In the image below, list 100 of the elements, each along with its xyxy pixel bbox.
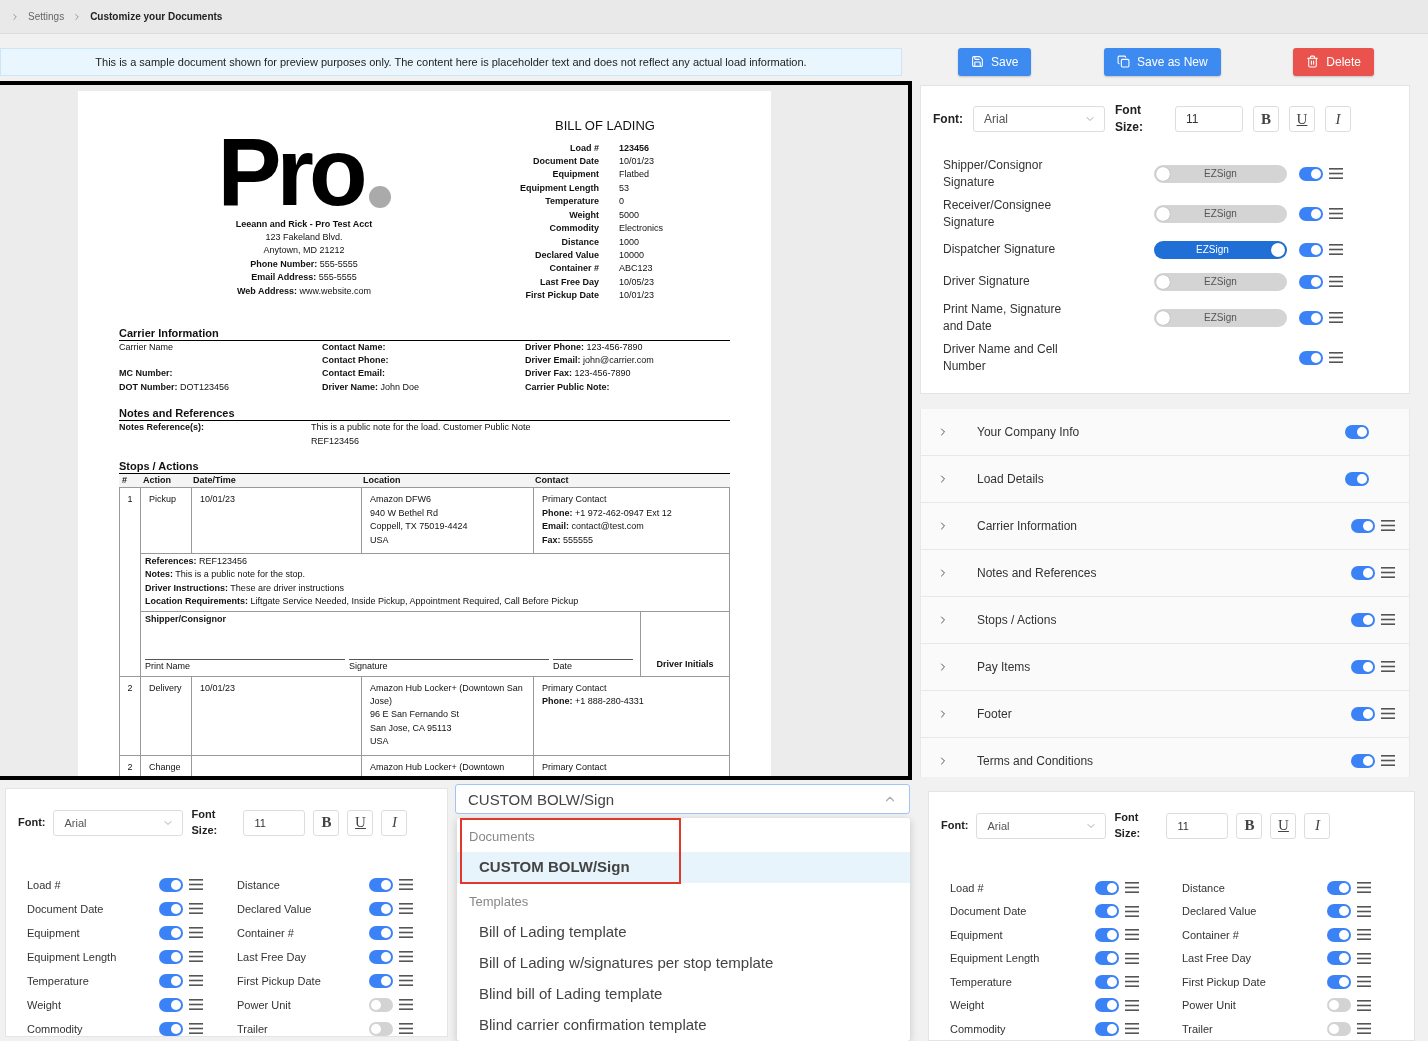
- drag-handle-icon[interactable]: [1329, 168, 1343, 180]
- drag-handle-icon[interactable]: [1381, 567, 1395, 579]
- toggle-switch[interactable]: [1299, 310, 1323, 325]
- dropdown-option[interactable]: Bill of Lading w/signatures per stop template: [457, 948, 910, 979]
- font-size-input[interactable]: 11: [1166, 812, 1229, 839]
- drag-handle-icon[interactable]: [189, 975, 203, 987]
- ezsign-switch[interactable]: EZSign: [1154, 164, 1287, 183]
- toggle-switch[interactable]: [159, 949, 183, 964]
- toggle-switch[interactable]: [1299, 206, 1323, 221]
- underline-button[interactable]: U: [347, 809, 374, 836]
- toggle-switch[interactable]: [1351, 565, 1375, 580]
- toggle-switch[interactable]: [1299, 166, 1323, 181]
- drag-handle-icon[interactable]: [1357, 999, 1371, 1011]
- accordion-item[interactable]: Load Details: [920, 454, 1410, 503]
- font-select[interactable]: Arial: [53, 809, 184, 836]
- toggle-switch[interactable]: [1327, 904, 1351, 919]
- accordion-item[interactable]: Your Company Info: [920, 408, 1410, 456]
- toggle-switch[interactable]: [159, 1021, 183, 1036]
- drag-handle-icon[interactable]: [1125, 929, 1139, 941]
- toggle-switch[interactable]: [369, 1021, 393, 1036]
- drag-handle-icon[interactable]: [1357, 882, 1371, 894]
- drag-handle-icon[interactable]: [1125, 1023, 1139, 1035]
- drag-handle-icon[interactable]: [1125, 952, 1139, 964]
- drag-handle-icon[interactable]: [1357, 952, 1371, 964]
- toggle-switch[interactable]: [369, 925, 393, 940]
- toggle-switch[interactable]: [1299, 274, 1323, 289]
- accordion-item[interactable]: Footer: [920, 689, 1410, 738]
- drag-handle-icon[interactable]: [1125, 905, 1139, 917]
- toggle-switch[interactable]: [159, 901, 183, 916]
- drag-handle-icon[interactable]: [1381, 708, 1395, 720]
- drag-handle-icon[interactable]: [399, 879, 413, 891]
- toggle-switch[interactable]: [1327, 1021, 1351, 1036]
- drag-handle-icon[interactable]: [399, 975, 413, 987]
- dropdown-option[interactable]: Blind carrier confirmation template: [457, 1010, 910, 1041]
- drag-handle-icon[interactable]: [189, 999, 203, 1011]
- toggle-switch[interactable]: [1299, 242, 1323, 257]
- drag-handle-icon[interactable]: [399, 927, 413, 939]
- toggle-switch[interactable]: [1299, 350, 1323, 365]
- drag-handle-icon[interactable]: [1329, 352, 1343, 364]
- drag-handle-icon[interactable]: [399, 903, 413, 915]
- underline-button[interactable]: U: [1289, 106, 1315, 133]
- drag-handle-icon[interactable]: [1357, 905, 1371, 917]
- accordion-item[interactable]: Carrier Information: [920, 501, 1410, 550]
- toggle-switch[interactable]: [369, 997, 393, 1012]
- accordion-item[interactable]: Notes and References: [920, 548, 1410, 597]
- toggle-switch[interactable]: [369, 877, 393, 892]
- toggle-switch[interactable]: [1327, 951, 1351, 966]
- drag-handle-icon[interactable]: [189, 1023, 203, 1035]
- font-size-input[interactable]: 11: [243, 809, 306, 836]
- toggle-switch[interactable]: [1327, 974, 1351, 989]
- drag-handle-icon[interactable]: [1381, 661, 1395, 673]
- delete-button[interactable]: Delete: [1293, 48, 1374, 76]
- font-select[interactable]: Arial: [976, 812, 1107, 839]
- bold-button[interactable]: B: [1236, 812, 1263, 839]
- drag-handle-icon[interactable]: [1125, 999, 1139, 1011]
- drag-handle-icon[interactable]: [1381, 520, 1395, 532]
- dropdown-option[interactable]: Bill of Lading template: [457, 917, 910, 948]
- font-size-input[interactable]: 11: [1175, 106, 1243, 133]
- drag-handle-icon[interactable]: [1357, 976, 1371, 988]
- template-select[interactable]: CUSTOM BOLW/Sign: [455, 784, 910, 814]
- drag-handle-icon[interactable]: [1381, 755, 1395, 767]
- toggle-switch[interactable]: [1351, 659, 1375, 674]
- toggle-switch[interactable]: [1095, 998, 1119, 1013]
- dropdown-option[interactable]: CUSTOM BOLW/Sign: [457, 852, 910, 883]
- toggle-switch[interactable]: [1095, 1021, 1119, 1036]
- toggle-switch[interactable]: [1095, 974, 1119, 989]
- ezsign-switch[interactable]: EZSign: [1154, 308, 1287, 327]
- accordion-item[interactable]: Stops / Actions: [920, 595, 1410, 644]
- drag-handle-icon[interactable]: [1357, 1023, 1371, 1035]
- toggle-switch[interactable]: [1351, 706, 1375, 721]
- toggle-switch[interactable]: [159, 925, 183, 940]
- toggle-switch[interactable]: [369, 973, 393, 988]
- drag-handle-icon[interactable]: [189, 879, 203, 891]
- toggle-switch[interactable]: [1351, 612, 1375, 627]
- drag-handle-icon[interactable]: [189, 903, 203, 915]
- drag-handle-icon[interactable]: [399, 951, 413, 963]
- toggle-switch[interactable]: [1327, 927, 1351, 942]
- toggle-switch[interactable]: [1345, 471, 1369, 486]
- toggle-switch[interactable]: [1095, 951, 1119, 966]
- drag-handle-icon[interactable]: [1329, 276, 1343, 288]
- toggle-switch[interactable]: [1095, 927, 1119, 942]
- toggle-switch[interactable]: [1351, 753, 1375, 768]
- drag-handle-icon[interactable]: [1329, 312, 1343, 324]
- toggle-switch[interactable]: [1351, 518, 1375, 533]
- underline-button[interactable]: U: [1270, 812, 1297, 839]
- bold-button[interactable]: B: [1253, 106, 1279, 133]
- drag-handle-icon[interactable]: [189, 951, 203, 963]
- drag-handle-icon[interactable]: [189, 927, 203, 939]
- toggle-switch[interactable]: [369, 901, 393, 916]
- drag-handle-icon[interactable]: [1357, 929, 1371, 941]
- ezsign-switch[interactable]: EZSign: [1154, 272, 1287, 291]
- toggle-switch[interactable]: [1345, 424, 1369, 439]
- breadcrumb-link[interactable]: Customize your Documents: [90, 11, 223, 22]
- toggle-switch[interactable]: [1095, 880, 1119, 895]
- italic-button[interactable]: I: [1304, 812, 1331, 839]
- ezsign-switch[interactable]: EZSign: [1154, 204, 1287, 223]
- toggle-switch[interactable]: [159, 973, 183, 988]
- toggle-switch[interactable]: [369, 949, 393, 964]
- dropdown-option[interactable]: Blind bill of Lading template: [457, 979, 910, 1010]
- toggle-switch[interactable]: [1327, 880, 1351, 895]
